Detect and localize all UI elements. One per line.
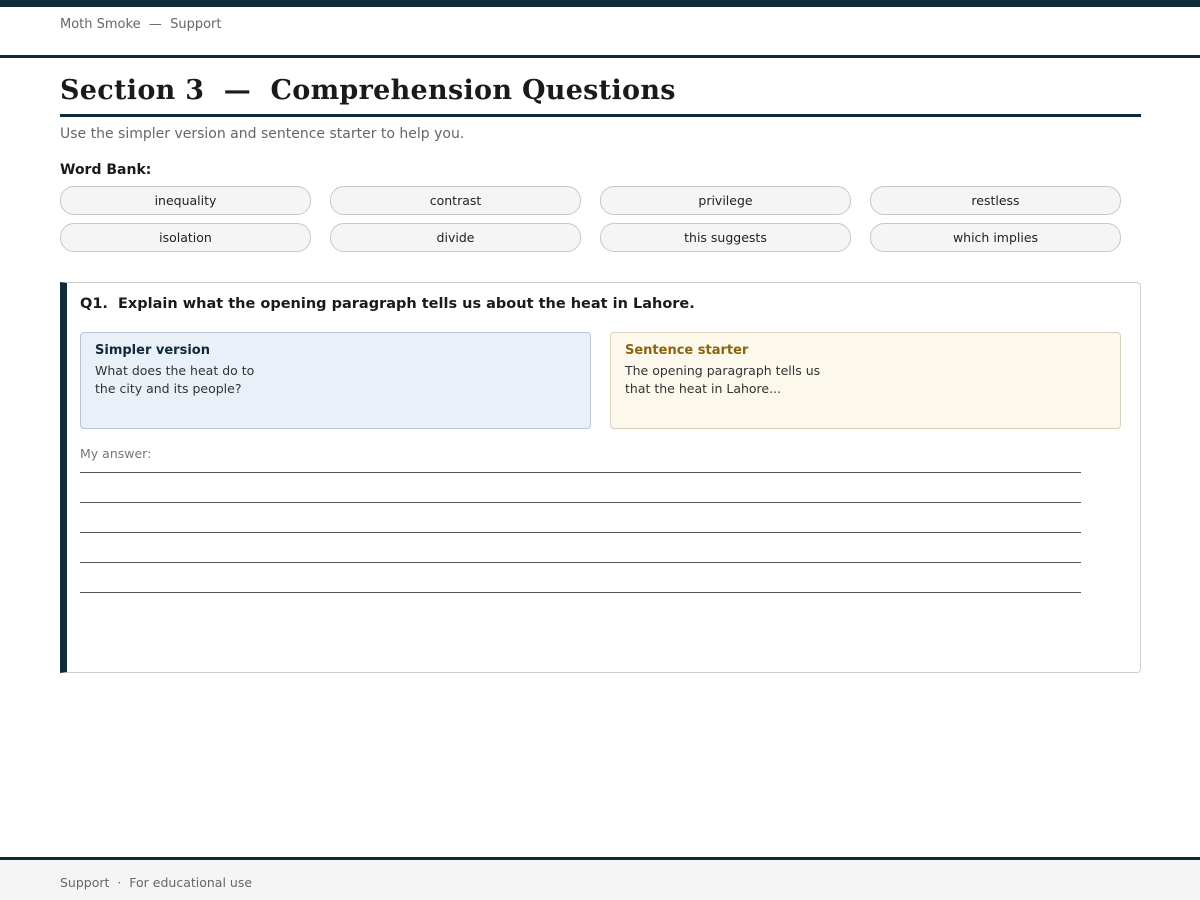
question-title: Q1. Explain what the opening paragraph t… bbox=[80, 296, 695, 312]
answer-line[interactable] bbox=[80, 533, 1081, 563]
answer-line[interactable] bbox=[80, 563, 1081, 593]
page-title: Section 3 — Comprehension Questions bbox=[60, 75, 1141, 117]
word-chip-restless[interactable]: restless bbox=[870, 186, 1121, 215]
word-chip-privilege[interactable]: privilege bbox=[600, 186, 851, 215]
question-card: Q1. Explain what the opening paragraph t… bbox=[60, 282, 1141, 673]
sentence-starter-line-2: that the heat in Lahore... bbox=[625, 381, 782, 396]
word-chip-divide[interactable]: divide bbox=[330, 223, 581, 252]
site-header: Moth Smoke — Support bbox=[0, 7, 1200, 58]
word-chip-inequality[interactable]: inequality bbox=[60, 186, 311, 215]
footer-text: Support · For educational use bbox=[60, 875, 253, 890]
simpler-version-line-1: What does the heat do to bbox=[95, 363, 255, 378]
sentence-starter-heading: Sentence starter bbox=[625, 343, 749, 358]
answer-line[interactable] bbox=[80, 503, 1081, 533]
answer-label: My answer: bbox=[80, 446, 152, 461]
word-bank-label: Word Bank: bbox=[60, 162, 152, 178]
top-accent-bar bbox=[0, 0, 1200, 7]
page-footer: Support · For educational use bbox=[0, 857, 1200, 900]
word-chip-this-suggests[interactable]: this suggests bbox=[600, 223, 851, 252]
word-chip-which-implies[interactable]: which implies bbox=[870, 223, 1121, 252]
simpler-version-box: Simpler version What does the heat do to… bbox=[80, 332, 591, 429]
simpler-version-heading: Simpler version bbox=[95, 343, 210, 358]
sentence-starter-box: Sentence starter The opening paragraph t… bbox=[610, 332, 1121, 429]
answer-area[interactable] bbox=[80, 472, 1081, 593]
answer-line[interactable] bbox=[80, 473, 1081, 503]
page-subtitle: Use the simpler version and sentence sta… bbox=[60, 126, 465, 142]
breadcrumb: Moth Smoke — Support bbox=[60, 17, 222, 32]
simpler-version-line-2: the city and its people? bbox=[95, 381, 242, 396]
word-bank: inequality contrast privilege restless i… bbox=[60, 186, 1122, 252]
sentence-starter-line-1: The opening paragraph tells us bbox=[625, 363, 821, 378]
word-chip-isolation[interactable]: isolation bbox=[60, 223, 311, 252]
word-chip-contrast[interactable]: contrast bbox=[330, 186, 581, 215]
